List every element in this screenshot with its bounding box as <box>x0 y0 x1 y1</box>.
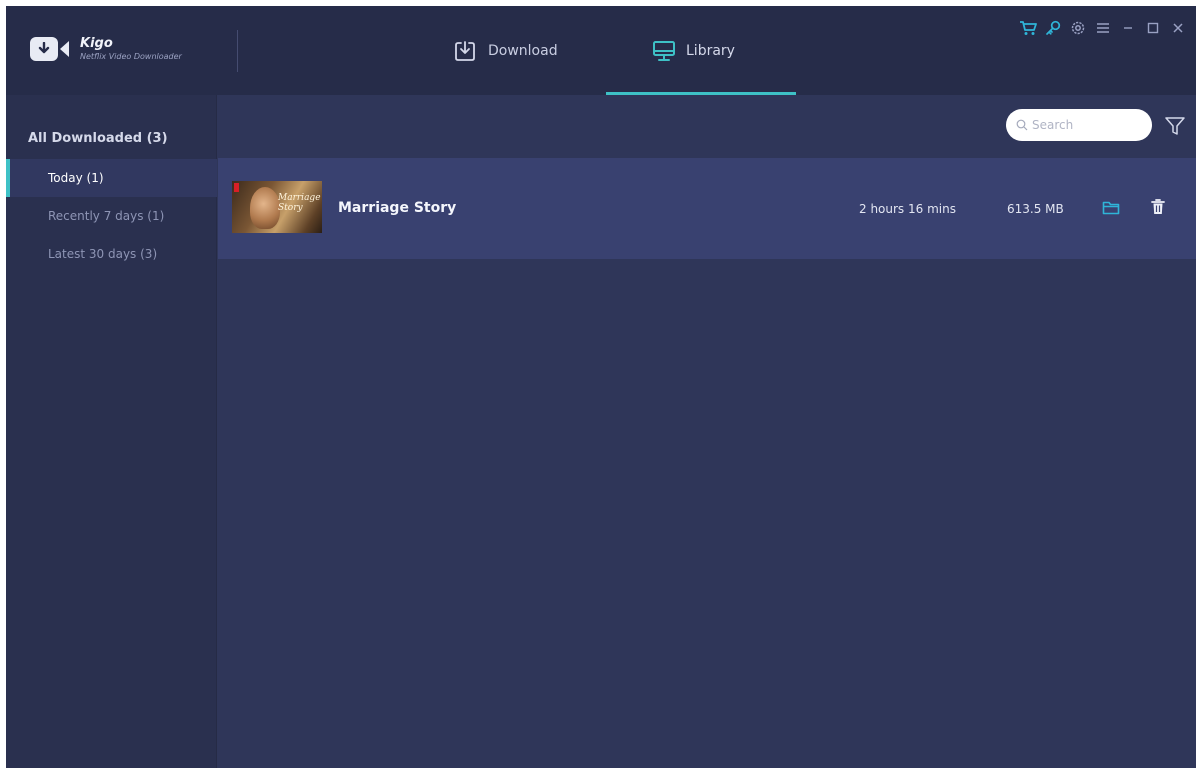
sidebar-item-recent-7-days[interactable]: Recently 7 days (1) <box>6 197 217 235</box>
search-icon <box>1016 119 1028 131</box>
cart-icon[interactable] <box>1018 18 1038 38</box>
download-box-icon <box>454 40 476 62</box>
monitor-icon <box>652 40 675 62</box>
window-controls <box>1013 18 1188 38</box>
library-panel: Marriage Story Marriage Story 2 hours 16… <box>218 95 1196 768</box>
minimize-icon[interactable] <box>1118 18 1138 38</box>
video-thumbnail: Marriage Story <box>232 181 322 233</box>
folder-icon[interactable] <box>1102 200 1120 216</box>
header-divider <box>237 30 238 72</box>
video-duration: 2 hours 16 mins <box>859 202 956 216</box>
trash-icon[interactable] <box>1149 198 1167 216</box>
title-bar: Kigo Netflix Video Downloader Download L… <box>6 6 1196 95</box>
gear-icon[interactable] <box>1068 18 1088 38</box>
sidebar-item-today[interactable]: Today (1) <box>6 159 217 197</box>
video-size: 613.5 MB <box>1007 202 1064 216</box>
search-box <box>1006 109 1152 141</box>
maximize-icon[interactable] <box>1143 18 1163 38</box>
sidebar-item-all-downloaded[interactable]: All Downloaded (3) <box>28 131 168 146</box>
app-subtitle: Netflix Video Downloader <box>80 52 182 61</box>
tab-library[interactable]: Library <box>652 6 735 95</box>
video-title: Marriage Story <box>338 200 457 216</box>
video-download-icon <box>30 34 72 64</box>
menu-icon[interactable] <box>1093 18 1113 38</box>
app-name: Kigo <box>80 36 113 51</box>
brand: Kigo Netflix Video Downloader <box>30 34 182 64</box>
search-input[interactable] <box>1032 118 1142 132</box>
sidebar-item-latest-30-days[interactable]: Latest 30 days (3) <box>6 235 217 273</box>
app-window: Kigo Netflix Video Downloader Download L… <box>6 6 1196 768</box>
library-row[interactable]: Marriage Story Marriage Story 2 hours 16… <box>218 158 1196 259</box>
tab-download-label: Download <box>488 42 558 59</box>
tab-library-label: Library <box>686 42 735 59</box>
sidebar: All Downloaded (3) Today (1) Recently 7 … <box>6 95 217 768</box>
tab-download[interactable]: Download <box>454 6 558 95</box>
filter-icon[interactable] <box>1164 115 1186 137</box>
key-icon[interactable] <box>1043 18 1063 38</box>
close-icon[interactable] <box>1168 18 1188 38</box>
thumbnail-title: Marriage Story <box>278 193 321 213</box>
